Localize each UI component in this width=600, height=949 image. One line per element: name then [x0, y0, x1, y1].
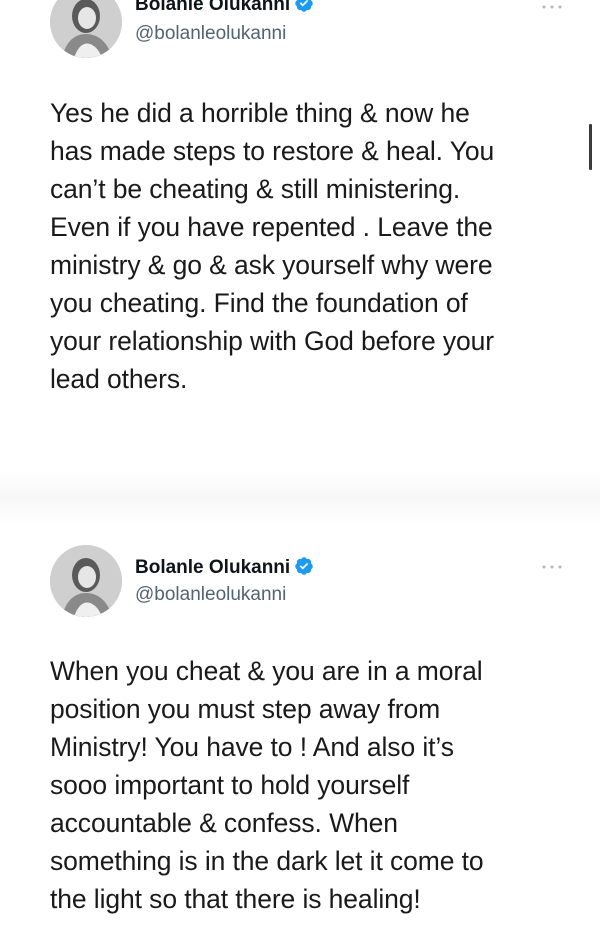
avatar[interactable] [50, 0, 122, 58]
scrollbar[interactable] [589, 124, 592, 170]
display-name-text: Bolanle Olukanni [135, 0, 291, 15]
verified-badge-icon [295, 557, 313, 575]
verified-badge-icon [295, 0, 313, 12]
tweet-text: Yes he did a horrible thing & now he has… [50, 98, 495, 394]
more-options-icon[interactable] [540, 562, 564, 572]
more-options-icon[interactable] [540, 2, 564, 12]
tweet-card[interactable]: Bolanle Olukanni @bolanleolukanni Yes he… [0, 0, 600, 470]
handle[interactable]: @bolanleolukanni [135, 584, 286, 606]
display-name[interactable]: Bolanle Olukanni [135, 0, 314, 16]
tweet-separator [0, 470, 600, 525]
display-name-text: Bolanle Olukanni [135, 557, 291, 578]
tweet-text: When you cheat & you are in a moral posi… [50, 656, 484, 914]
avatar[interactable] [50, 545, 122, 617]
handle[interactable]: @bolanleolukanni [135, 23, 286, 45]
profile-photo-icon [50, 545, 122, 617]
display-name[interactable]: Bolanle Olukanni [135, 556, 314, 579]
profile-photo-icon [50, 0, 122, 58]
